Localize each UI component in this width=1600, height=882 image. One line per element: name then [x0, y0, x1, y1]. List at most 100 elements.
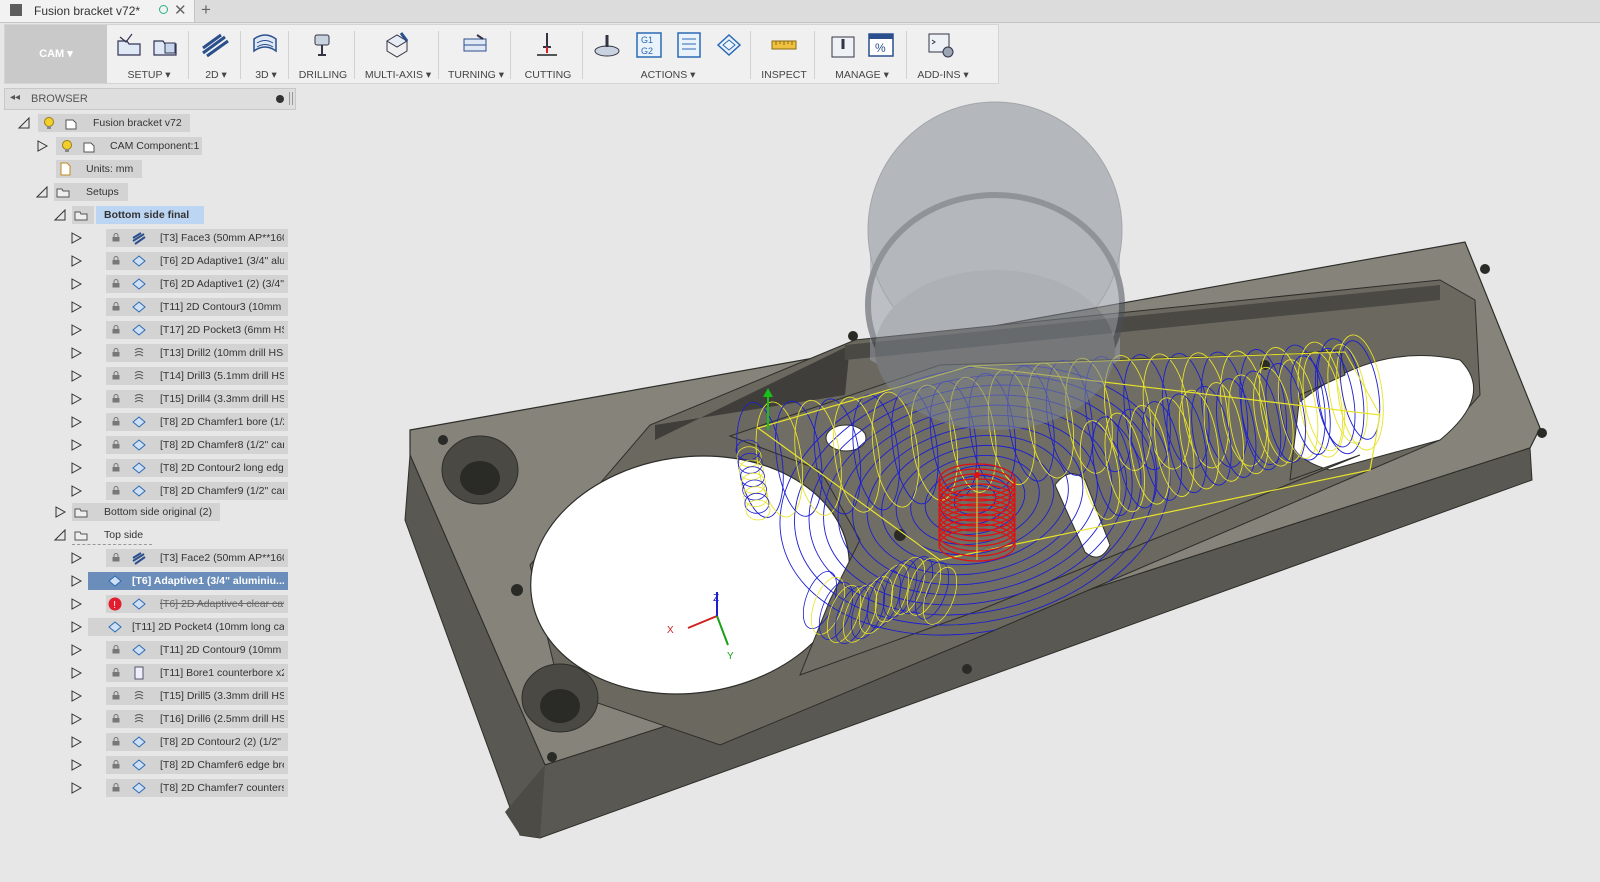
operation-row[interactable]: [T8] 2D Chamfer8 (1/2" carl... — [70, 435, 290, 455]
expand-triangle-icon[interactable] — [70, 324, 82, 336]
expand-triangle-icon[interactable] — [70, 690, 82, 702]
manage-menu[interactable]: % MANAGE ▾ — [817, 25, 907, 83]
expand-triangle-icon[interactable] — [70, 301, 82, 313]
lock-icon[interactable] — [112, 783, 120, 792]
lock-icon[interactable] — [112, 760, 120, 769]
inspect-button[interactable]: INSPECT — [753, 25, 815, 83]
actions-menu[interactable]: G1 G2 ACTIONS ▾ — [585, 25, 751, 83]
close-tab-icon[interactable]: ✕ — [174, 1, 187, 19]
lock-icon[interactable] — [112, 440, 120, 449]
lock-icon[interactable] — [112, 691, 120, 700]
collapse-triangle-icon[interactable] — [54, 529, 66, 541]
operation-row[interactable]: [T6] Adaptive1 (3/4" aluminiu... — [70, 571, 290, 591]
expand-triangle-icon[interactable] — [70, 439, 82, 451]
operation-row[interactable]: [T15] Drill5 (3.3mm drill HSS... — [70, 686, 290, 706]
operation-row[interactable]: [T17] 2D Pocket3 (6mm HSS... — [70, 320, 290, 340]
lock-icon[interactable] — [112, 233, 120, 242]
expand-triangle-icon[interactable] — [70, 667, 82, 679]
expand-triangle-icon[interactable] — [70, 232, 82, 244]
tree-setup-bottom-final[interactable]: Bottom side final — [54, 205, 290, 225]
expand-triangle-icon[interactable] — [70, 255, 82, 267]
expand-triangle-icon[interactable] — [70, 759, 82, 771]
lock-icon[interactable] — [112, 486, 120, 495]
lock-icon[interactable] — [112, 463, 120, 472]
setup-menu[interactable]: SETUP ▾ — [109, 25, 189, 83]
cutting-button[interactable]: CUTTING — [513, 25, 583, 83]
tree-units[interactable]: Units: mm — [54, 159, 290, 179]
collapse-triangle-icon[interactable] — [18, 117, 30, 129]
expand-triangle-icon[interactable] — [70, 782, 82, 794]
operation-row[interactable]: [T11] 2D Contour9 (10mm lo... — [70, 640, 290, 660]
operation-row[interactable]: [T8] 2D Contour2 (2) (1/2" c... — [70, 732, 290, 752]
tree-component[interactable]: CAM Component:1 — [36, 136, 290, 156]
lightbulb-icon[interactable] — [60, 139, 74, 153]
lock-icon[interactable] — [112, 279, 120, 288]
expand-triangle-icon[interactable] — [70, 575, 82, 587]
multi-axis-menu[interactable]: MULTI-AXIS ▾ — [357, 25, 439, 83]
expand-triangle-icon[interactable] — [70, 462, 82, 474]
expand-triangle-icon[interactable] — [70, 621, 82, 633]
operation-row[interactable]: [T14] Drill3 (5.1mm drill HSS... — [70, 366, 290, 386]
lock-icon[interactable] — [112, 645, 120, 654]
operation-row[interactable]: [T11] Bore1 counterbore x2... — [70, 663, 290, 683]
expand-triangle-icon[interactable] — [70, 347, 82, 359]
operation-row[interactable]: [T15] Drill4 (3.3mm drill HSS... — [70, 389, 290, 409]
browser-resize-handle[interactable] — [289, 92, 293, 105]
lock-icon[interactable] — [112, 553, 120, 562]
operation-row[interactable]: [T8] 2D Chamfer7 counters... — [70, 778, 290, 798]
collapse-triangle-icon[interactable] — [54, 209, 66, 221]
operation-row[interactable]: [T16] Drill6 (2.5mm drill HSS... — [70, 709, 290, 729]
operation-row[interactable]: [T8] 2D Contour2 long edge... — [70, 458, 290, 478]
tree-root[interactable]: Fusion bracket v72 — [18, 113, 290, 133]
operation-row[interactable]: [T8] 2D Chamfer1 bore (1/2... — [70, 412, 290, 432]
operation-row[interactable]: [T3] Face3 (50mm AP**160+... — [70, 228, 290, 248]
collapse-browser-icon[interactable]: ◂◂ — [10, 92, 20, 103]
lock-icon[interactable] — [112, 737, 120, 746]
expand-triangle-icon[interactable] — [70, 278, 82, 290]
lock-icon[interactable] — [112, 394, 120, 403]
expand-triangle-icon[interactable] — [70, 736, 82, 748]
tree-setups-folder[interactable]: Setups — [36, 182, 290, 202]
error-icon[interactable]: ! — [108, 597, 122, 611]
operation-row[interactable]: [T11] 2D Contour3 (10mm lo... — [70, 297, 290, 317]
expand-triangle-icon[interactable] — [70, 644, 82, 656]
operation-row[interactable]: ! [T6] 2D Adaptive4 clear cav... — [70, 594, 290, 614]
lock-icon[interactable] — [112, 302, 120, 311]
tree-setup-bottom-original[interactable]: Bottom side original (2) — [54, 502, 290, 522]
operation-row[interactable]: [T13] Drill2 (10mm drill HSS ... — [70, 343, 290, 363]
operation-row[interactable]: [T8] 2D Chamfer9 (1/2" carl... — [70, 481, 290, 501]
operation-row[interactable]: [T6] 2D Adaptive1 (3/4" alur... — [70, 251, 290, 271]
lightbulb-icon[interactable] — [42, 116, 56, 130]
lock-icon[interactable] — [112, 256, 120, 265]
expand-triangle-icon[interactable] — [70, 713, 82, 725]
expand-triangle-icon[interactable] — [54, 506, 66, 518]
expand-triangle-icon[interactable] — [70, 552, 82, 564]
3d-menu[interactable]: 3D ▾ — [243, 25, 289, 83]
expand-triangle-icon[interactable] — [36, 140, 48, 152]
operation-row[interactable]: [T11] 2D Pocket4 (10mm long car... — [70, 617, 290, 637]
lock-icon[interactable] — [112, 348, 120, 357]
turning-menu[interactable]: TURNING ▾ — [441, 25, 511, 83]
drilling-button[interactable]: DRILLING — [291, 25, 355, 83]
3d-viewport[interactable]: X Y Z — [296, 84, 1600, 882]
workspace-switcher-button[interactable]: CAM ▾ — [5, 25, 107, 83]
operation-row[interactable]: [T3] Face2 (50mm AP**160+... — [70, 548, 290, 568]
new-tab-button[interactable]: + — [198, 0, 214, 20]
lock-icon[interactable] — [112, 668, 120, 677]
lock-icon[interactable] — [112, 714, 120, 723]
lock-icon[interactable] — [112, 325, 120, 334]
lock-icon[interactable] — [112, 417, 120, 426]
2d-menu[interactable]: 2D ▾ — [191, 25, 241, 83]
lock-icon[interactable] — [112, 371, 120, 380]
tree-setup-top[interactable]: Top side — [54, 525, 290, 545]
collapse-triangle-icon[interactable] — [36, 186, 48, 198]
document-tab[interactable]: Fusion bracket v72* ✕ — [0, 0, 195, 22]
expand-triangle-icon[interactable] — [70, 598, 82, 610]
browser-pin-icon[interactable] — [276, 95, 284, 103]
operation-row[interactable]: [T6] 2D Adaptive1 (2) (3/4" ... — [70, 274, 290, 294]
expand-triangle-icon[interactable] — [70, 393, 82, 405]
expand-triangle-icon[interactable] — [70, 416, 82, 428]
operation-row[interactable]: [T8] 2D Chamfer6 edge bre... — [70, 755, 290, 775]
expand-triangle-icon[interactable] — [70, 485, 82, 497]
expand-triangle-icon[interactable] — [70, 370, 82, 382]
